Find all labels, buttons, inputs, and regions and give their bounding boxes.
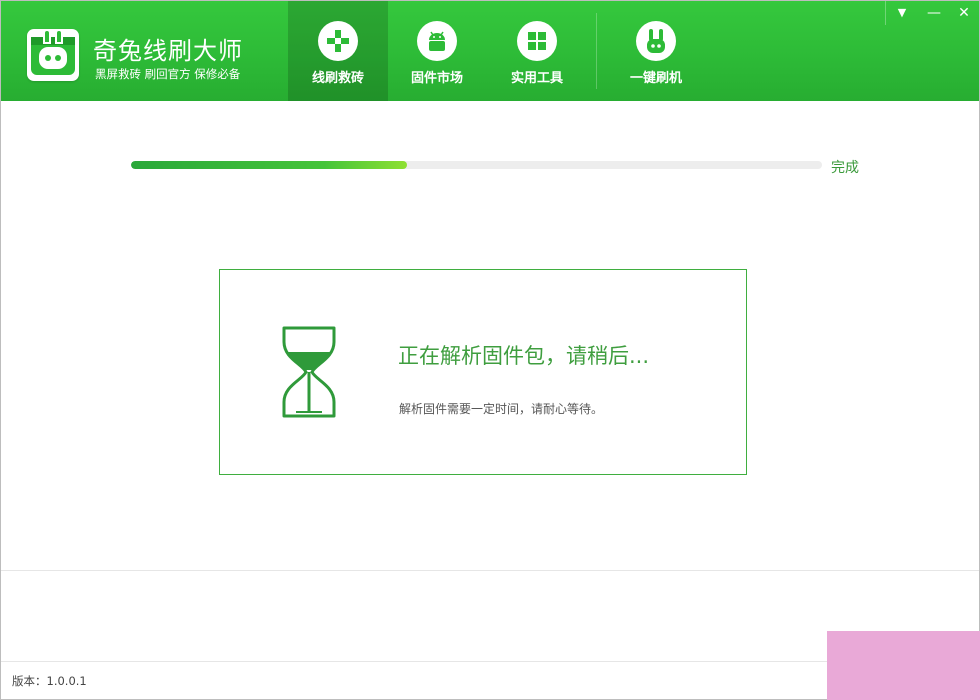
window-controls-divider: [885, 1, 886, 25]
tab-label: 线刷救砖: [311, 71, 364, 86]
menu-dropdown-icon[interactable]: ▼: [887, 1, 917, 25]
tab-label: 实用工具: [510, 71, 563, 86]
tab-firmware-market[interactable]: 固件市场: [387, 1, 487, 101]
rabbit-logo-icon: [31, 29, 75, 75]
app-slogan: 黑屏救砖 刷回官方 保修必备: [95, 67, 241, 81]
close-icon[interactable]: ✕: [949, 1, 979, 25]
android-icon: [417, 21, 457, 61]
progress-bar: [131, 161, 822, 169]
content-divider: [1, 570, 979, 571]
app-window: 奇兔线刷大师 黑屏救砖 刷回官方 保修必备 线刷救砖 固件市场 实用工具 一键刷…: [0, 0, 980, 700]
rabbit-icon: [636, 21, 676, 61]
tab-flash-rescue[interactable]: 线刷救砖: [288, 1, 388, 101]
status-title: 正在解析固件包，请稍后...: [398, 344, 650, 368]
tab-label: 固件市场: [410, 71, 463, 86]
minimize-icon[interactable]: —: [919, 1, 949, 25]
corner-overlay: [827, 631, 980, 700]
hourglass-icon: [282, 326, 336, 418]
progress-label: 完成: [831, 160, 859, 176]
app-logo: [27, 29, 79, 81]
title-bar: 奇兔线刷大师 黑屏救砖 刷回官方 保修必备 线刷救砖 固件市场 实用工具 一键刷…: [1, 1, 979, 101]
tab-utilities[interactable]: 实用工具: [487, 1, 587, 101]
plus-icon: [318, 21, 358, 61]
tab-label: 一键刷机: [629, 71, 682, 86]
status-description: 解析固件需要一定时间，请耐心等待。: [399, 402, 604, 416]
status-panel: 正在解析固件包，请稍后... 解析固件需要一定时间，请耐心等待。: [219, 269, 747, 475]
grid-icon: [517, 21, 557, 61]
tab-one-click-flash[interactable]: 一键刷机: [606, 1, 706, 101]
nav-divider: [596, 13, 597, 89]
version-label: 版本：1.0.0.1: [12, 674, 87, 688]
progress-fill: [131, 161, 408, 169]
app-title: 奇兔线刷大师: [93, 37, 243, 65]
